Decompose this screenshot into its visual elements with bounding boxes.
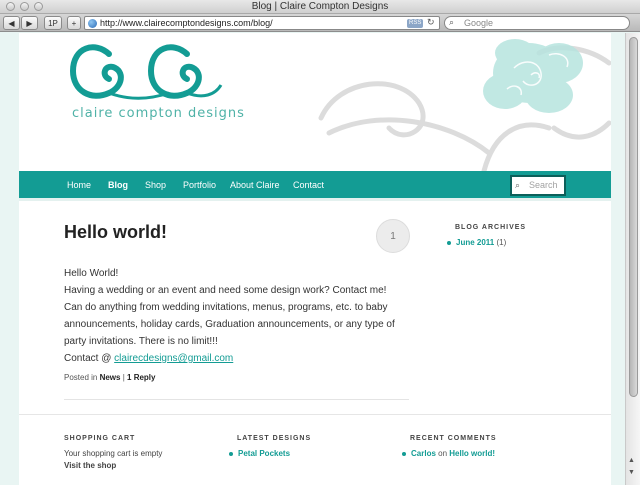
browser-search-field[interactable]: ⌕ Google — [444, 16, 630, 30]
post-contact-line: Contact @ clairecdesigns@gmail.com — [64, 350, 414, 367]
nav-portfolio[interactable]: Portfolio — [183, 180, 216, 190]
forward-button[interactable]: ▶ — [21, 16, 38, 30]
comment-on-text: on — [435, 449, 450, 458]
post-line: Having a wedding or an event and need so… — [64, 285, 387, 296]
bullet-icon — [229, 451, 233, 456]
post-meta: Posted in News | 1 Reply — [64, 373, 155, 382]
nav-blog[interactable]: Blog — [108, 180, 128, 190]
designs-heading: LATEST DESIGNS — [237, 435, 312, 442]
category-link[interactable]: News — [100, 373, 121, 382]
window-titlebar: Blog | Claire Compton Designs — [0, 0, 640, 14]
add-bookmark-button[interactable]: + — [67, 16, 81, 30]
nav-shop[interactable]: Shop — [145, 180, 166, 190]
browser-toolbar: ◀ ▶ 1P + http://www.clairecomptondesigns… — [0, 14, 640, 32]
web-page: claire compton designs Home Blog Shop Po… — [19, 33, 611, 485]
bullet-icon — [447, 240, 451, 245]
search-icon: ⌕ — [449, 17, 455, 27]
design-link[interactable]: Petal Pockets — [238, 449, 290, 458]
back-button[interactable]: ◀ — [3, 16, 20, 30]
archive-count: (1) — [496, 238, 507, 247]
site-search-placeholder: Search — [529, 180, 558, 190]
page-scrollbar[interactable]: ▲ ▼ — [625, 33, 640, 485]
comment-post-link[interactable]: Hello world! — [449, 449, 495, 458]
comments-heading: RECENT COMMENTS — [410, 435, 497, 442]
main-nav: Home Blog Shop Portfolio About Claire Co… — [19, 171, 611, 201]
archives-heading: BLOG ARCHIVES — [455, 224, 527, 231]
cart-status: Your shopping cart is empty — [64, 449, 163, 458]
browser-search-placeholder: Google — [464, 18, 494, 28]
address-bar[interactable]: http://www.clairecomptondesigns.com/blog… — [84, 16, 440, 30]
bullet-icon — [402, 451, 406, 456]
nav-home[interactable]: Home — [67, 180, 91, 190]
search-icon: ⌕ — [515, 180, 521, 190]
site-header: claire compton designs — [19, 33, 611, 171]
reload-icon[interactable]: ↻ — [427, 17, 435, 28]
contact-email-link[interactable]: clairecdesigns@gmail.com — [114, 353, 233, 364]
post-divider — [64, 399, 409, 400]
recent-comment-item: Carlos on Hello world! — [402, 449, 495, 458]
rss-button[interactable]: RSS — [407, 19, 424, 28]
design-item: Petal Pockets — [229, 449, 290, 458]
globe-icon — [88, 19, 97, 28]
post-line: Can do anything from wedding invitations… — [64, 302, 395, 347]
top-sites-button[interactable]: 1P — [44, 16, 62, 30]
nav-about-claire[interactable]: About Claire — [230, 180, 280, 190]
scroll-up-icon[interactable]: ▲ — [628, 457, 635, 464]
comment-count-bubble[interactable]: 1 — [376, 219, 410, 253]
scroll-down-icon[interactable]: ▼ — [628, 469, 635, 476]
meta-prefix: Posted in — [64, 373, 100, 382]
address-url[interactable]: http://www.clairecomptondesigns.com/blog… — [100, 18, 273, 28]
cart-heading: SHOPPING CART — [64, 435, 136, 442]
nav-contact[interactable]: Contact — [293, 180, 324, 190]
visit-shop-link[interactable]: Visit the shop — [64, 461, 116, 470]
floral-decoration — [318, 39, 611, 171]
archive-month-link[interactable]: June 2011 — [456, 238, 494, 247]
site-logo[interactable] — [69, 41, 229, 109]
replies-link[interactable]: 1 Reply — [127, 373, 155, 382]
post-title[interactable]: Hello world! — [64, 222, 167, 243]
footer-divider — [19, 414, 611, 415]
archive-item: June 2011 (1) — [447, 238, 506, 247]
site-search-input[interactable]: ⌕ Search — [510, 175, 566, 196]
window-title: Blog | Claire Compton Designs — [251, 1, 389, 12]
post-content: Hello World! Having a wedding or an even… — [64, 265, 414, 367]
comment-author-link[interactable]: Carlos — [411, 449, 436, 458]
scrollbar-thumb[interactable] — [629, 37, 638, 397]
logo-text: claire compton designs — [72, 106, 245, 121]
contact-prefix: Contact @ — [64, 353, 115, 364]
post-line: Hello World! — [64, 268, 119, 279]
